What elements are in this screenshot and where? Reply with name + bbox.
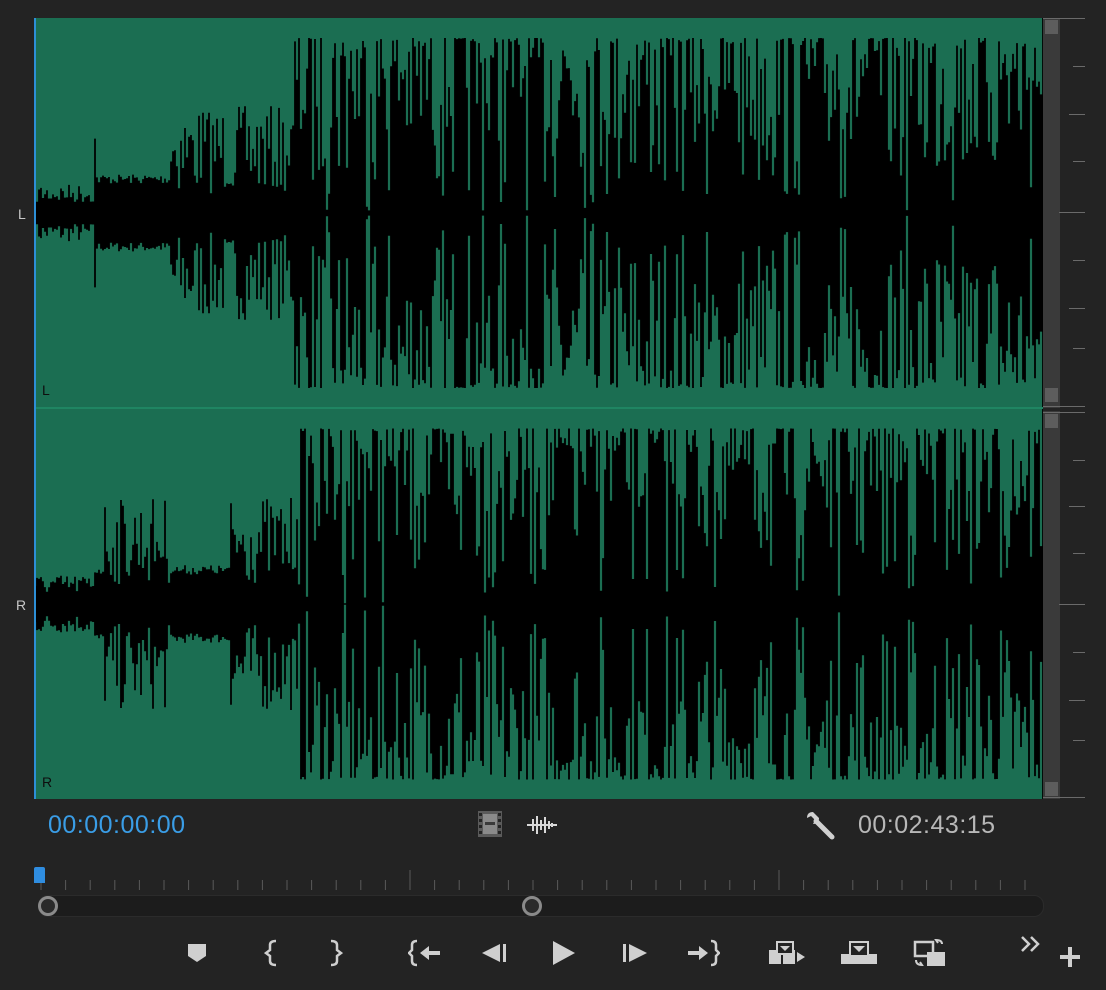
add-marker-button[interactable]: [177, 934, 217, 972]
left-channel-inner-label: L: [42, 382, 50, 398]
right-channel-scrollbar[interactable]: [1043, 411, 1060, 799]
mark-out-icon: [330, 939, 343, 967]
left-channel-label: L: [18, 206, 26, 222]
more-icon: [1021, 936, 1040, 952]
right-channel-label: R: [16, 597, 27, 613]
add-control-button[interactable]: [1050, 938, 1090, 976]
audio-waveform-display[interactable]: [35, 18, 1043, 799]
amplitude-ruler: [1043, 18, 1085, 799]
step-back-icon: [482, 944, 506, 962]
mark-in-icon: [264, 939, 277, 967]
play-button[interactable]: [543, 934, 583, 972]
playhead-line[interactable]: [34, 18, 36, 799]
right-channel-inner-label: R: [42, 774, 53, 790]
step-forward-icon: [623, 944, 647, 962]
duration-timecode: 00:02:43:15: [858, 811, 996, 839]
time-ruler[interactable]: [35, 866, 1041, 894]
zoom-handle-bottom-right[interactable]: [1045, 782, 1058, 796]
film-strip-icon[interactable]: [477, 810, 503, 843]
add-icon: [1060, 947, 1080, 967]
mark-in-button[interactable]: [252, 934, 292, 972]
insert-icon: [769, 941, 805, 964]
add-marker-icon: [188, 944, 206, 962]
playhead-marker[interactable]: [34, 867, 45, 883]
export-frame-button[interactable]: [910, 934, 950, 972]
mark-out-button[interactable]: [315, 934, 355, 972]
left-channel-scrollbar[interactable]: [1043, 18, 1060, 408]
step-forward-button[interactable]: [615, 934, 655, 972]
go-to-in-icon: [408, 939, 440, 967]
go-to-out-icon: [688, 939, 720, 967]
waveform-graphic: [35, 18, 1043, 799]
wrench-icon[interactable]: [805, 810, 835, 845]
current-timecode[interactable]: 00:00:00:00: [48, 811, 186, 840]
audio-waveform-icon[interactable]: [527, 815, 557, 840]
overwrite-icon: [841, 941, 877, 964]
play-icon: [553, 941, 575, 965]
insert-button[interactable]: [767, 934, 807, 972]
overwrite-button[interactable]: [839, 934, 879, 972]
go-to-out-button[interactable]: [683, 934, 723, 972]
zoom-scroll-end-handle[interactable]: [522, 896, 542, 916]
zoom-handle-top-right[interactable]: [1045, 414, 1058, 428]
step-back-button[interactable]: [474, 934, 514, 972]
go-to-in-button[interactable]: [405, 934, 445, 972]
zoom-handle-top[interactable]: [1045, 20, 1058, 34]
more-controls-button[interactable]: [1011, 925, 1051, 963]
export-frame-icon: [913, 938, 945, 967]
zoom-handle-bottom[interactable]: [1045, 388, 1058, 402]
zoom-scroll-start-handle[interactable]: [38, 896, 58, 916]
